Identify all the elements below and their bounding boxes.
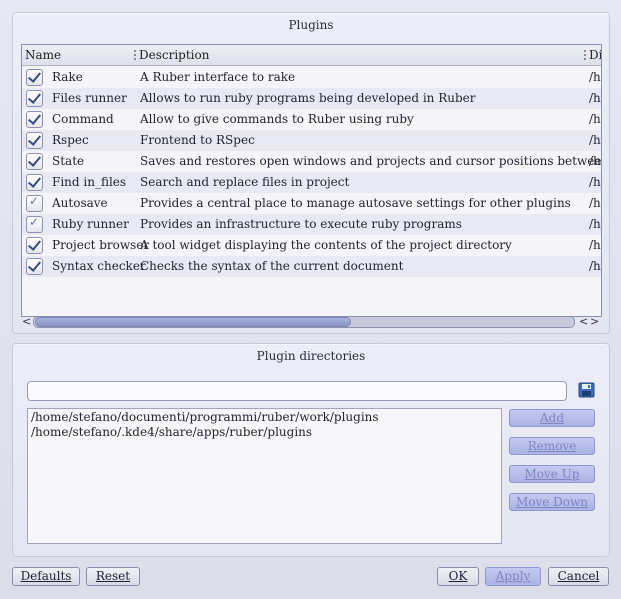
plugin-enabled-checkbox[interactable] (26, 69, 43, 86)
plugin-enabled-checkbox[interactable] (26, 111, 43, 128)
column-header-name[interactable]: Name (25, 48, 61, 62)
horizontal-scrollbar[interactable]: < < > (21, 315, 602, 329)
arrow-left-icon[interactable]: < (22, 315, 31, 329)
column-resize-handle[interactable] (134, 50, 136, 60)
table-row[interactable]: Syntax checker Checks the syntax of the c… (22, 256, 601, 277)
arrow-left-icon[interactable]: < (579, 315, 588, 329)
plugin-description: Search and replace files in project (140, 175, 350, 189)
plugin-directory: /h (589, 217, 601, 231)
table-row[interactable]: Ruby runner Provides an infrastructure to… (22, 214, 601, 235)
plugin-name: Project browser (52, 238, 150, 252)
plugin-name: Rake (52, 70, 83, 84)
plugin-directory: /h (589, 259, 601, 273)
apply-button[interactable]: Apply (485, 567, 541, 586)
plugin-directory: /h (589, 112, 601, 126)
plugin-name: Ruby runner (52, 217, 129, 231)
add-button[interactable]: Add (509, 409, 595, 427)
arrow-right-icon[interactable]: > (590, 315, 599, 329)
plugin-directories-title: Plugin directories (256, 349, 366, 363)
plugins-group-title: Plugins (288, 18, 334, 32)
plugin-description: Checks the syntax of the current documen… (140, 259, 404, 273)
move-up-button[interactable]: Move Up (509, 465, 595, 483)
table-row[interactable]: Find in_files Search and replace files in… (22, 172, 601, 193)
scroll-thumb[interactable] (35, 317, 351, 327)
plugin-description: Saves and restores open windows and proj… (140, 154, 602, 168)
plugin-enabled-checkbox[interactable] (26, 90, 43, 107)
plugin-name: Rspec (52, 133, 89, 147)
table-row[interactable]: Files runner Allows to run ruby programs … (22, 88, 601, 109)
plugin-enabled-checkbox[interactable] (26, 258, 43, 275)
plugins-table[interactable]: Name Description Di Rake A Ruber interfac… (21, 44, 602, 317)
plugin-directory: /h (589, 91, 601, 105)
plugin-name: Command (52, 112, 114, 126)
plugin-enabled-checkbox[interactable] (26, 237, 43, 254)
table-header: Name Description Di (22, 45, 601, 66)
plugin-description: Frontend to RSpec (140, 133, 255, 147)
cancel-button[interactable]: Cancel (548, 567, 609, 586)
directory-path-input[interactable] (27, 381, 567, 401)
plugin-description: Provides an infrastructure to execute ru… (140, 217, 462, 231)
plugin-description: A tool widget displaying the contents of… (140, 238, 512, 252)
plugin-enabled-checkbox[interactable] (26, 153, 43, 170)
plugin-directory: /h (589, 70, 601, 84)
table-row[interactable]: Rspec Frontend to RSpec/h (22, 130, 601, 151)
plugin-description: Allow to give commands to Ruber using ru… (140, 112, 414, 126)
plugin-directory: /h (589, 175, 601, 189)
plugin-enabled-checkbox[interactable] (26, 174, 43, 191)
remove-button[interactable]: Remove (509, 437, 595, 455)
table-row[interactable]: Project browser A tool widget displaying … (22, 235, 601, 256)
list-item[interactable]: /home/stefano/documenti/programmi/ruber/… (31, 410, 379, 424)
plugin-name: Autosave (52, 196, 108, 210)
table-row[interactable]: Command Allow to give commands to Ruber u… (22, 109, 601, 130)
table-row[interactable]: State Saves and restores open windows and… (22, 151, 601, 172)
plugin-name: State (52, 154, 85, 168)
column-header-description[interactable]: Description (139, 48, 209, 62)
plugin-name: Files runner (52, 91, 127, 105)
plugin-directories-group: Plugin directories /home/stefano/documen… (12, 343, 610, 557)
plugin-name: Syntax checker (52, 259, 146, 273)
defaults-button[interactable]: Defaults (12, 567, 80, 586)
column-resize-handle[interactable] (584, 50, 586, 60)
plugin-directory: /h (589, 238, 601, 252)
move-down-button[interactable]: Move Down (509, 493, 595, 511)
plugin-enabled-checkbox[interactable] (26, 215, 43, 233)
table-row[interactable]: Autosave Provides a central place to mana… (22, 193, 601, 214)
table-row[interactable]: Rake A Ruber interface to rake/h (22, 67, 601, 88)
plugin-description: A Ruber interface to rake (140, 70, 296, 84)
ok-button[interactable]: OK (437, 567, 479, 586)
plugin-description: Allows to run ruby programs being develo… (140, 91, 476, 105)
plugin-directory: /h (589, 133, 601, 147)
reset-button[interactable]: Reset (86, 567, 140, 586)
column-header-directory[interactable]: Di (589, 48, 601, 62)
plugin-directory: /h (589, 154, 601, 168)
plugins-group: Plugins Name Description Di Rake A Ruber … (12, 12, 610, 334)
plugin-enabled-checkbox[interactable] (26, 194, 43, 212)
plugin-name: Find in_files (52, 175, 127, 189)
save-icon[interactable] (578, 382, 595, 398)
list-item[interactable]: /home/stefano/.kde4/share/apps/ruber/plu… (31, 425, 312, 439)
plugin-enabled-checkbox[interactable] (26, 132, 43, 149)
plugin-directory: /h (589, 196, 601, 210)
directories-list[interactable]: /home/stefano/documenti/programmi/ruber/… (27, 408, 502, 544)
scroll-track[interactable] (33, 316, 575, 328)
plugin-description: Provides a central place to manage autos… (140, 196, 571, 210)
